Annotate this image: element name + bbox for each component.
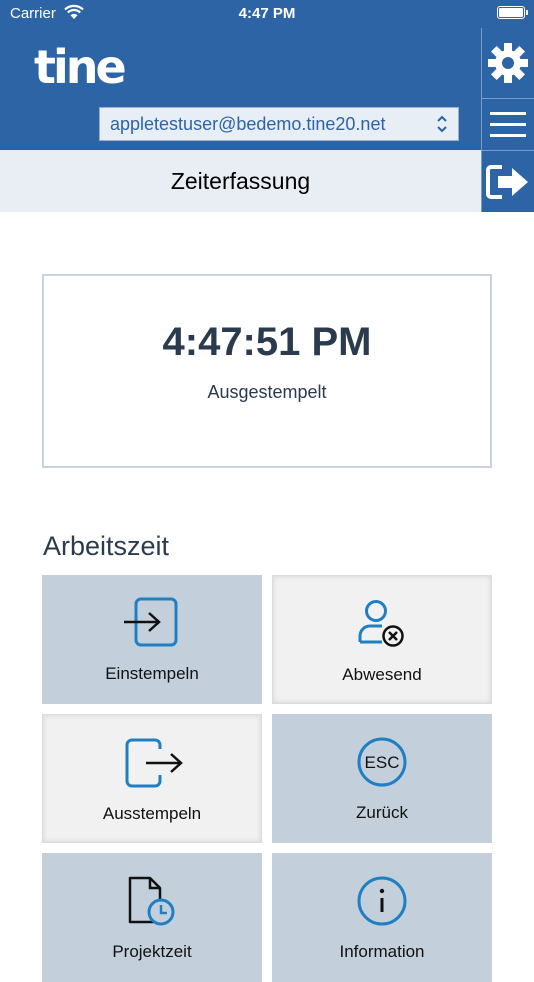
info-icon <box>356 875 408 932</box>
battery-icon <box>497 6 528 19</box>
page-title: Zeiterfassung <box>170 168 311 194</box>
account-select[interactable]: appletestuser@bedemo.tine20.net <box>99 107 459 141</box>
absent-button[interactable]: Abwesend <box>272 575 492 704</box>
tile-label: Einstempeln <box>105 664 199 683</box>
tine-logo: tine <box>34 40 127 94</box>
title-bar: Zeiterfassung <box>0 150 481 212</box>
account-value: appletestuser@bedemo.tine20.net <box>110 114 386 134</box>
clock-out-button[interactable]: Ausstempeln <box>42 714 262 843</box>
tile-label: Information <box>339 942 425 961</box>
back-button[interactable]: ESC Zurück <box>272 714 492 843</box>
project-time-button[interactable]: Projektzeit <box>42 853 262 982</box>
section-title: Arbeitszeit <box>43 531 170 561</box>
project-time-icon <box>124 875 180 932</box>
current-time: 4:47:51 PM <box>162 320 372 364</box>
clock-panel: 4:47:51 PM Ausgestempelt <box>42 274 492 468</box>
tile-label: Zurück <box>356 803 408 822</box>
clock-in-icon <box>122 597 182 654</box>
logout-button[interactable] <box>481 150 534 212</box>
svg-text:ESC: ESC <box>365 753 400 772</box>
information-button[interactable]: Information <box>272 853 492 982</box>
settings-button[interactable] <box>481 28 534 98</box>
menu-button[interactable] <box>481 98 534 150</box>
absent-user-icon <box>352 598 412 655</box>
chevron-updown-icon <box>436 108 448 152</box>
app-header: tine appletestuser@bedemo.tine20.net <box>0 28 481 150</box>
tile-label: Projektzeit <box>112 942 192 961</box>
clock-status: Ausgestempelt <box>207 382 327 402</box>
clock-in-button[interactable]: Einstempeln <box>42 575 262 704</box>
escape-icon: ESC <box>356 736 408 793</box>
tile-label: Ausstempeln <box>102 804 202 823</box>
status-bar: Carrier 4:47 PM <box>0 0 534 28</box>
status-time: 4:47 PM <box>238 5 296 22</box>
clock-out-icon <box>120 737 184 794</box>
tile-label: Abwesend <box>342 665 422 684</box>
